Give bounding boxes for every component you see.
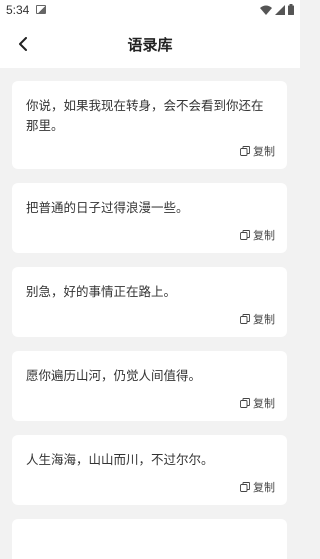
wifi-icon xyxy=(260,5,272,15)
copy-button[interactable]: 复制 xyxy=(240,227,275,243)
copy-icon xyxy=(240,230,250,240)
copy-label: 复制 xyxy=(253,397,275,410)
quote-card: 别急，好的事情正在路上。 复制 xyxy=(12,267,287,337)
page-title: 语录库 xyxy=(127,36,173,54)
quote-card: 人生海海，山山而川，不过尔尔。 复制 xyxy=(12,435,287,505)
copy-icon xyxy=(240,482,250,492)
copy-button[interactable]: 复制 xyxy=(240,311,275,327)
image-notification-icon xyxy=(36,5,46,14)
battery-icon xyxy=(288,4,294,15)
quote-text: 愿你遍历山河，仍觉人间值得。 xyxy=(26,368,202,383)
app-header: 语录库 xyxy=(0,20,300,68)
quote-text: 人生海海，山山而川，不过尔尔。 xyxy=(26,452,214,467)
cellular-signal-icon xyxy=(275,4,285,15)
quote-text: 你说，如果我现在转身，会不会看到你还在那里。 xyxy=(26,98,264,133)
copy-label: 复制 xyxy=(253,229,275,242)
status-bar: 5:34 xyxy=(0,0,300,20)
copy-label: 复制 xyxy=(253,313,275,326)
copy-button[interactable]: 复制 xyxy=(240,143,275,159)
quote-card: 愿你遍历山河，仍觉人间值得。 复制 xyxy=(12,351,287,421)
quote-text: 把普通的日子过得浪漫一些。 xyxy=(26,200,189,215)
status-icons xyxy=(260,4,294,15)
copy-label: 复制 xyxy=(253,481,275,494)
copy-button[interactable]: 复制 xyxy=(240,479,275,495)
copy-button[interactable]: 复制 xyxy=(240,395,275,411)
quote-card: 你说，如果我现在转身，会不会看到你还在那里。 复制 xyxy=(12,81,287,169)
copy-icon xyxy=(240,398,250,408)
quote-card: 把普通的日子过得浪漫一些。 复制 xyxy=(12,183,287,253)
quote-text: 别急，好的事情正在路上。 xyxy=(26,284,177,299)
copy-icon xyxy=(240,314,250,324)
copy-label: 复制 xyxy=(253,145,275,158)
copy-icon xyxy=(240,146,250,156)
quote-card xyxy=(12,519,287,559)
status-time: 5:34 xyxy=(6,3,30,17)
